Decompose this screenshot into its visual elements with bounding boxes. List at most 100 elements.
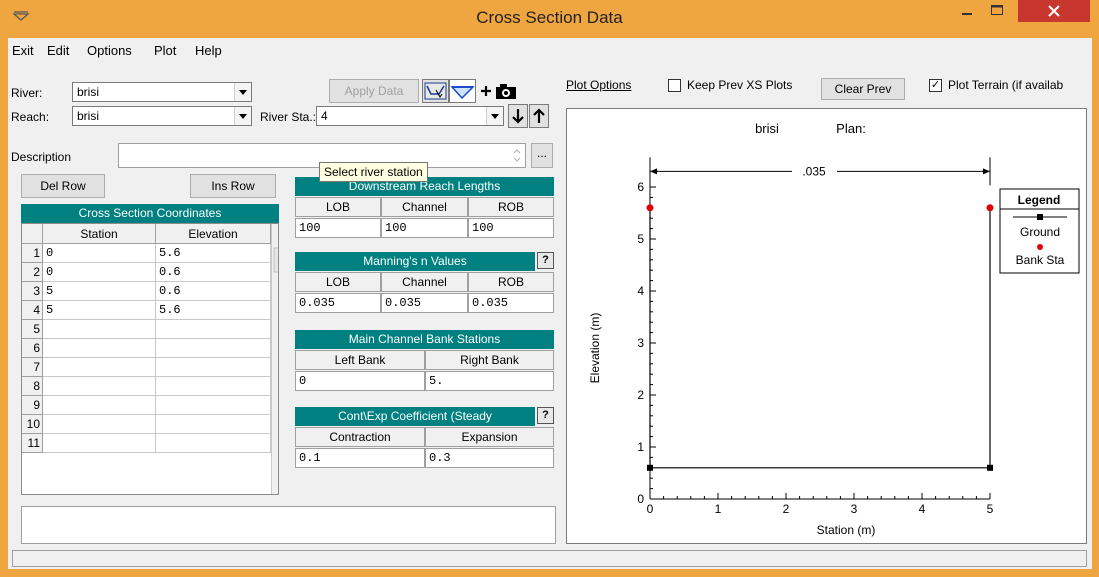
table-row: 9 (22, 396, 278, 415)
chevron-down-icon[interactable] (486, 107, 503, 125)
row-number[interactable]: 8 (22, 377, 43, 396)
water-surface-button[interactable] (449, 79, 476, 103)
expansion-input[interactable]: 0.3 (425, 448, 554, 468)
elevation-cell[interactable]: 5.6 (156, 244, 271, 263)
expansion-header: Expansion (425, 427, 554, 447)
row-number[interactable]: 6 (22, 339, 43, 358)
x-tick-label: 4 (919, 502, 926, 516)
reach-select[interactable]: brisi (72, 106, 252, 126)
elevation-cell[interactable] (156, 377, 271, 396)
elevation-cell[interactable] (156, 320, 271, 339)
right-bank-input[interactable]: 5. (425, 371, 554, 391)
clear-prev-button[interactable]: Clear Prev (821, 78, 905, 100)
menu-options[interactable]: Options (87, 43, 132, 58)
arrowhead-left-icon (650, 168, 657, 175)
reach-channel-input[interactable]: 100 (381, 218, 468, 238)
station-cell[interactable] (43, 377, 156, 396)
edit-graphically-button[interactable] (422, 79, 449, 103)
station-cell[interactable] (43, 415, 156, 434)
del-row-button[interactable]: Del Row (21, 174, 105, 198)
row-number[interactable]: 5 (22, 320, 43, 339)
mannings-rob-input[interactable]: 0.035 (468, 293, 554, 313)
add-picture-button[interactable] (478, 79, 524, 103)
minimize-button[interactable] (952, 0, 982, 22)
station-cell[interactable]: 0 (43, 263, 156, 282)
mannings-channel-input[interactable]: 0.035 (381, 293, 468, 313)
left-bank-input[interactable]: 0 (295, 371, 425, 391)
station-cell[interactable] (43, 339, 156, 358)
arrowhead-right-icon (983, 168, 990, 175)
plot-terrain-checkbox[interactable]: ✓ (929, 79, 942, 92)
menu-edit[interactable]: Edit (47, 43, 69, 58)
minimize-icon (962, 13, 972, 15)
description-more-button[interactable]: ... (531, 143, 553, 168)
station-cell[interactable] (43, 396, 156, 415)
row-number[interactable]: 3 (22, 282, 43, 301)
bank-stations-header: Main Channel Bank Stations (295, 330, 554, 349)
row-number[interactable]: 11 (22, 434, 43, 453)
ins-row-button[interactable]: Ins Row (190, 174, 276, 198)
reach-label: Reach: (11, 110, 50, 124)
elevation-cell[interactable] (156, 358, 271, 377)
row-number[interactable]: 2 (22, 263, 43, 282)
reach-lob-input[interactable]: 100 (295, 218, 381, 238)
bank-station-marker (646, 204, 654, 212)
keep-prev-checkbox[interactable] (668, 79, 681, 92)
contraction-input[interactable]: 0.1 (295, 448, 425, 468)
row-number[interactable]: 4 (22, 301, 43, 320)
coefficients-help-icon[interactable]: ? (537, 407, 554, 424)
elevation-cell[interactable] (156, 415, 271, 434)
station-cell[interactable] (43, 434, 156, 453)
close-button[interactable] (1018, 0, 1090, 22)
station-cell[interactable] (43, 358, 156, 377)
maximize-button[interactable] (982, 0, 1012, 22)
elevation-cell[interactable]: 0.6 (156, 263, 271, 282)
river-select[interactable]: brisi (72, 82, 252, 102)
chevron-down-icon[interactable] (234, 83, 251, 101)
river-station-select[interactable]: 4 (316, 106, 504, 126)
mannings-help-icon[interactable]: ? (537, 252, 554, 269)
client-area: Exit Edit Options Plot Help River: brisi… (8, 38, 1092, 569)
river-value: brisi (77, 85, 100, 99)
row-number[interactable]: 1 (22, 244, 43, 263)
mannings-lob-input[interactable]: 0.035 (295, 293, 381, 313)
menu-plot[interactable]: Plot (154, 43, 176, 58)
station-cell[interactable]: 5 (43, 301, 156, 320)
chevron-down-icon[interactable] (234, 107, 251, 125)
cross-section-coordinates-table[interactable]: Station Elevation 1 0 5.6 2 0 0.6 3 5 0.6 4 5 5.6 5 6… (21, 223, 279, 495)
cross-section-plot-panel[interactable]: brisi Plan: 0 1 2 3 4 5 0 1 2 3 4 5 6 Station (m) Elevat… (566, 108, 1087, 544)
legend-ground-marker (1037, 214, 1043, 220)
ground-point-marker (987, 464, 993, 471)
table-row: 5 (22, 320, 278, 339)
elevation-cell[interactable] (156, 339, 271, 358)
maximize-icon (991, 5, 1003, 15)
reach-rob-input[interactable]: 100 (468, 218, 554, 238)
y-tick-label: 5 (637, 232, 644, 246)
coefficients-header: Cont\Exp Coefficient (Steady (295, 407, 535, 426)
elevation-cell[interactable]: 5.6 (156, 301, 271, 320)
station-cell[interactable]: 0 (43, 244, 156, 263)
n-value-label: .035 (802, 164, 826, 178)
elevation-cell[interactable] (156, 434, 271, 453)
message-box (21, 506, 556, 544)
cross-section-data-window: Cross Section Data Exit Edit Options Plo… (0, 0, 1099, 577)
table-scrollbar[interactable] (271, 224, 278, 494)
apply-data-button[interactable]: Apply Data (329, 79, 419, 103)
elevation-cell[interactable] (156, 396, 271, 415)
menu-exit[interactable]: Exit (12, 43, 34, 58)
station-cell[interactable]: 5 (43, 282, 156, 301)
next-station-down-button[interactable] (508, 104, 528, 128)
description-label: Description (11, 150, 72, 164)
row-number[interactable]: 7 (22, 358, 43, 377)
row-number[interactable]: 9 (22, 396, 43, 415)
menu-help[interactable]: Help (195, 43, 222, 58)
y-tick-label: 6 (637, 180, 644, 194)
station-cell[interactable] (43, 320, 156, 339)
title-bar[interactable]: Cross Section Data (0, 0, 1099, 36)
plot-options-link[interactable]: Plot Options (566, 78, 631, 92)
y-axis-label: Elevation (m) (588, 313, 602, 384)
table-row: 4 5 5.6 (22, 301, 278, 320)
next-station-up-button[interactable] (529, 104, 549, 128)
elevation-cell[interactable]: 0.6 (156, 282, 271, 301)
row-number[interactable]: 10 (22, 415, 43, 434)
